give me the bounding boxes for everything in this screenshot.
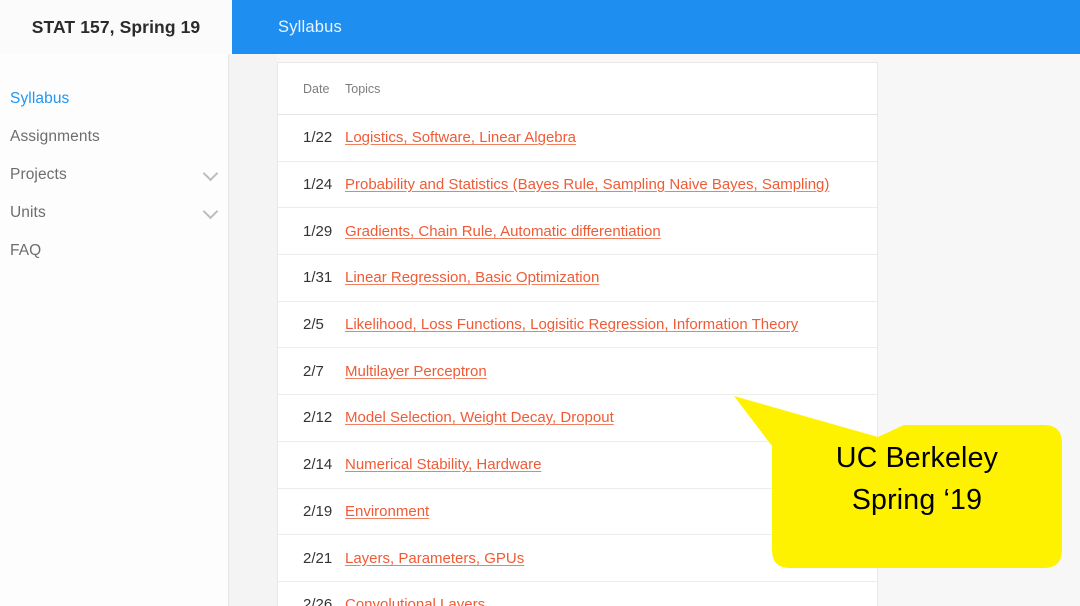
cell-date: 2/7 (303, 362, 324, 380)
table-row: 2/19 Environment (278, 489, 877, 536)
cell-topic-link[interactable]: Probability and Statistics (Bayes Rule, … (345, 176, 829, 193)
cell-date: 2/5 (303, 316, 324, 334)
chevron-down-icon[interactable] (202, 203, 219, 220)
table-row: 2/7 Multilayer Perceptron (278, 348, 877, 396)
sidebar-item-label: Units (10, 204, 46, 221)
cell-date: 1/31 (303, 269, 333, 287)
cell-topic-link[interactable]: Likelihood, Loss Functions, Logisitic Re… (345, 316, 798, 333)
syllabus-table: Date Topics 1/22 Logistics, Software, Lin… (277, 62, 878, 606)
sidebar-item-label: FAQ (10, 242, 42, 259)
cell-topic-link[interactable]: Multilayer Perceptron (345, 363, 487, 380)
sidebar-item-faq[interactable]: FAQ (0, 232, 228, 270)
sidebar-item-units[interactable]: Units (0, 194, 228, 232)
table-row: 2/12 Model Selection, Weight Decay, Dropo… (278, 395, 877, 442)
screen-root: STAT 157, Spring 19 Syllabus Syllabus Ass… (0, 0, 1080, 606)
sidebar-item-label: Projects (10, 166, 67, 183)
table-row: 1/22 Logistics, Software, Linear Algebra (278, 115, 877, 162)
table-row: 1/29 Gradients, Chain Rule, Automatic dif… (278, 208, 877, 256)
table-row: 1/24 Probability and Statistics (Bayes Ru… (278, 162, 877, 209)
table-row: 2/21 Layers, Parameters, GPUs (278, 535, 877, 582)
cell-topic-link[interactable]: Linear Regression, Basic Optimization (345, 269, 599, 286)
cell-topic-link[interactable]: Gradients, Chain Rule, Automatic differe… (345, 223, 661, 240)
brand-zone: STAT 157, Spring 19 (0, 0, 232, 54)
cell-topic-link[interactable]: Numerical Stability, Hardware (345, 456, 541, 473)
page-title: STAT 157, Spring 19 (31, 16, 201, 37)
sidebar: Syllabus Assignments Projects Units FAQ (0, 54, 228, 606)
top-bar: STAT 157, Spring 19 Syllabus (0, 0, 1080, 54)
table-row: 1/31 Linear Regression, Basic Optimizatio… (278, 255, 877, 302)
tab-syllabus[interactable]: Syllabus (274, 0, 346, 54)
chevron-down-icon[interactable] (202, 165, 219, 182)
cell-date: 2/19 (303, 502, 333, 520)
table-row: 2/14 Numerical Stability, Hardware (278, 442, 877, 489)
sidebar-item-projects[interactable]: Projects (0, 156, 228, 194)
tab-bar: Syllabus (232, 0, 1080, 54)
table-row: 2/5 Likelihood, Loss Functions, Logisitic… (278, 302, 877, 349)
sidebar-item-assignments[interactable]: Assignments (0, 118, 228, 156)
cell-date: 2/14 (303, 456, 333, 474)
tab-syllabus-label: Syllabus (278, 17, 342, 36)
sidebar-item-syllabus[interactable]: Syllabus (0, 80, 228, 118)
cell-topic-link[interactable]: Convolutional Layers (345, 596, 485, 606)
table-row: 2/26 Convolutional Layers (278, 582, 877, 606)
cell-date: 2/12 (303, 409, 333, 427)
cell-topic-link[interactable]: Logistics, Software, Linear Algebra (345, 129, 576, 146)
table-header-row: Date Topics (278, 63, 877, 115)
column-header-topics: Topics (345, 81, 381, 96)
cell-topic-link[interactable]: Model Selection, Weight Decay, Dropout (345, 409, 614, 426)
table-body: 1/22 Logistics, Software, Linear Algebra 1… (278, 115, 877, 606)
cell-date: 2/26 (303, 596, 333, 606)
cell-date: 1/22 (303, 129, 333, 147)
sidebar-item-label: Syllabus (10, 90, 70, 107)
cell-topic-link[interactable]: Environment (345, 503, 429, 520)
cell-date: 1/29 (303, 222, 333, 240)
column-header-date: Date (303, 81, 330, 96)
cell-date: 2/21 (303, 549, 333, 567)
cell-topic-link[interactable]: Layers, Parameters, GPUs (345, 550, 524, 567)
content-gutter (229, 54, 277, 606)
sidebar-item-label: Assignments (10, 128, 100, 145)
cell-date: 1/24 (303, 176, 333, 194)
